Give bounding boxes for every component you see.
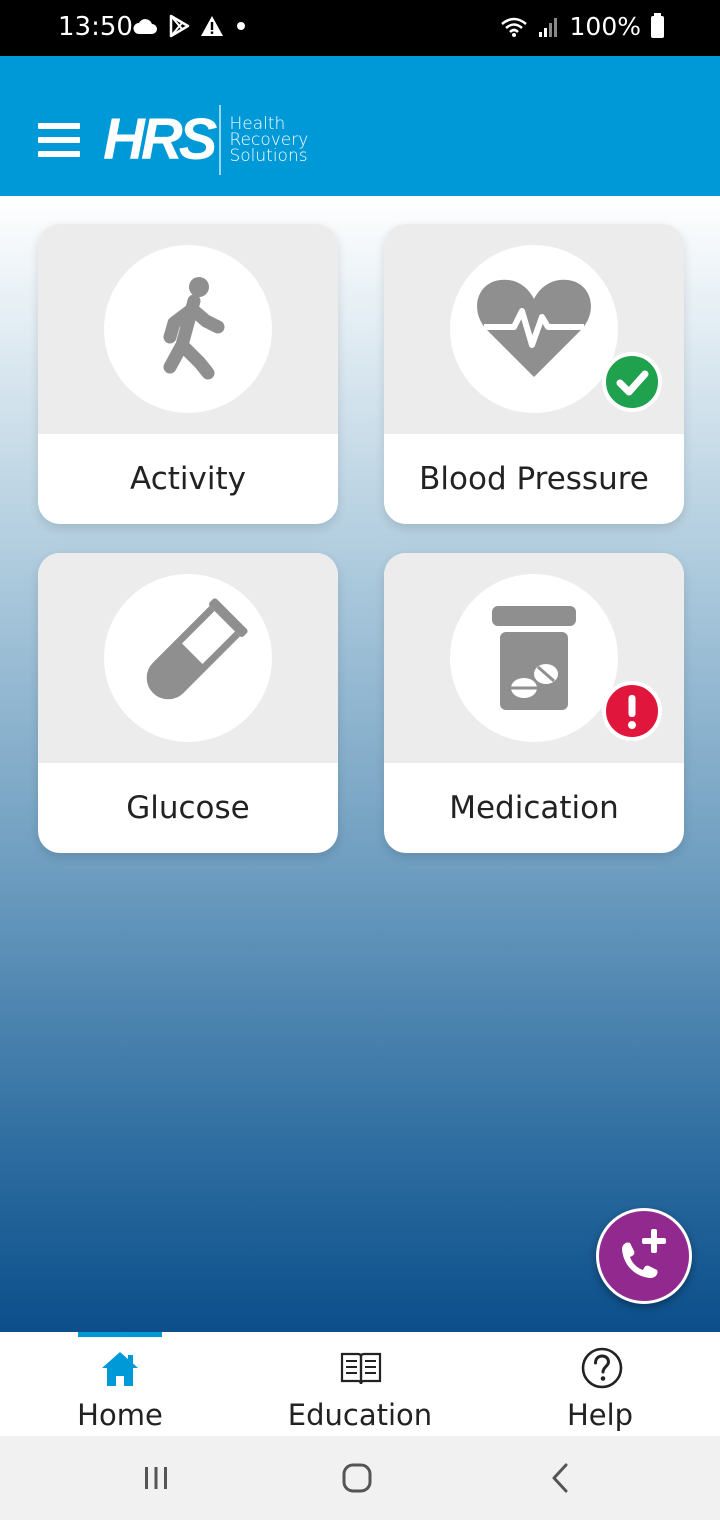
tile-label: Glucose bbox=[126, 790, 250, 826]
nav-help[interactable]: Help bbox=[480, 1332, 720, 1436]
logo-mark: HRS bbox=[103, 107, 217, 172]
tile-icon-area bbox=[384, 224, 684, 434]
test-tube-icon bbox=[146, 598, 248, 700]
status-badge-alert bbox=[602, 681, 662, 741]
tile-label: Blood Pressure bbox=[419, 461, 649, 497]
bottom-navigation: Home Education Help bbox=[0, 1332, 720, 1436]
nav-active-indicator bbox=[78, 1332, 162, 1337]
recent-apps-icon[interactable] bbox=[142, 1464, 170, 1492]
nav-label-help: Help bbox=[566, 1398, 634, 1432]
logo-line-solutions: Solutions bbox=[229, 146, 308, 166]
back-button-icon[interactable] bbox=[548, 1462, 572, 1494]
pill-bottle-icon bbox=[492, 606, 576, 710]
battery-icon bbox=[651, 12, 664, 38]
tile-icon-circle bbox=[450, 245, 618, 413]
exclamation-icon bbox=[628, 695, 636, 729]
warning-icon bbox=[201, 16, 223, 36]
tile-glucose[interactable]: Glucose bbox=[38, 553, 338, 853]
signal-icon bbox=[538, 17, 557, 37]
tile-blood-pressure[interactable]: Blood Pressure bbox=[384, 224, 684, 524]
home-icon bbox=[102, 1352, 138, 1386]
hrs-logo: HRS Health Recovery Solutions bbox=[103, 104, 308, 176]
logo-text: Health Recovery Solutions bbox=[229, 116, 308, 166]
tile-label: Activity bbox=[130, 461, 246, 497]
walking-person-icon bbox=[163, 277, 225, 380]
tile-icon-area bbox=[38, 224, 338, 434]
call-care-team-button[interactable] bbox=[596, 1208, 692, 1304]
play-store-icon bbox=[169, 14, 190, 38]
notification-icons bbox=[132, 14, 248, 38]
status-time: 13:50 bbox=[58, 12, 133, 42]
home-button-icon[interactable] bbox=[341, 1462, 373, 1494]
heart-pulse-icon bbox=[477, 279, 591, 377]
system-navigation-bar bbox=[0, 1436, 720, 1520]
tile-icon-area bbox=[384, 553, 684, 763]
status-badge-complete bbox=[602, 352, 662, 412]
hamburger-menu-icon[interactable] bbox=[38, 123, 82, 159]
nav-home[interactable]: Home bbox=[0, 1332, 240, 1436]
tile-activity[interactable]: Activity bbox=[38, 224, 338, 524]
logo-divider bbox=[219, 105, 222, 175]
tile-icon-area bbox=[38, 553, 338, 763]
help-icon bbox=[581, 1347, 623, 1389]
wifi-icon bbox=[500, 17, 527, 37]
tile-icon-circle bbox=[104, 245, 272, 413]
checkmark-icon bbox=[616, 370, 649, 396]
book-icon bbox=[340, 1352, 382, 1385]
dot-icon bbox=[237, 22, 245, 30]
status-right: 100% bbox=[500, 12, 664, 41]
main-content: Activity Blood Pressure Glucose Medicati… bbox=[0, 196, 720, 1332]
tile-icon-circle bbox=[450, 574, 618, 742]
battery-percent: 100% bbox=[569, 12, 641, 41]
tile-label: Medication bbox=[449, 790, 619, 826]
cloud-icon bbox=[133, 19, 157, 34]
tile-icon-circle bbox=[104, 574, 272, 742]
nav-label-home: Home bbox=[77, 1398, 163, 1432]
tile-medication[interactable]: Medication bbox=[384, 553, 684, 853]
nav-label-education: Education bbox=[287, 1398, 433, 1432]
status-bar: 13:50 100% bbox=[0, 0, 720, 56]
app-header: HRS Health Recovery Solutions bbox=[0, 56, 720, 196]
phone-plus-icon bbox=[622, 1229, 666, 1278]
nav-education[interactable]: Education bbox=[240, 1332, 480, 1436]
